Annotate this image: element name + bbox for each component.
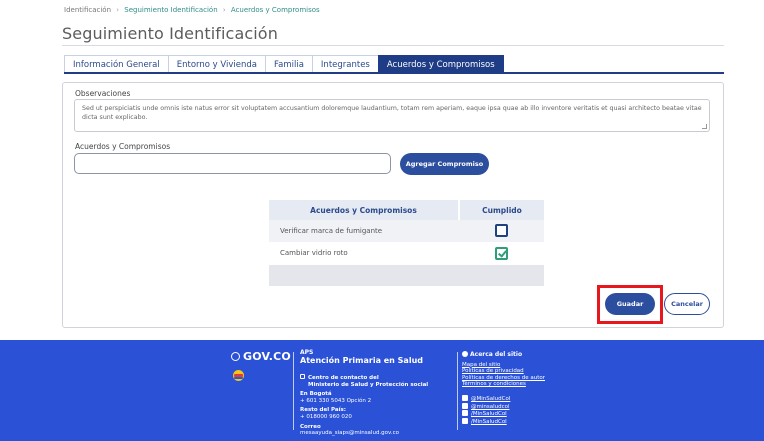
- cumplido-checkbox[interactable]: [495, 224, 508, 238]
- correo-label: Correo: [300, 423, 321, 430]
- column-header-cumplido: Cumplido: [459, 200, 544, 220]
- phone-icon: [300, 374, 305, 379]
- page-title: Seguimiento Identificación: [62, 24, 278, 43]
- tab-familia[interactable]: Familia: [265, 55, 312, 73]
- acuerdo-cell: Cambiar vidrio roto: [269, 242, 459, 265]
- info-icon: [462, 351, 468, 357]
- about-site: Acerca del sitio Mapa del sitio Política…: [462, 351, 545, 425]
- social-twitter[interactable]: @MinSaludCol: [471, 396, 510, 402]
- cumplido-cell: [459, 242, 544, 265]
- tab-underline: [64, 72, 724, 74]
- table-header-row: Acuerdos y Compromisos Cumplido: [269, 200, 544, 220]
- agregar-compromiso-button[interactable]: Agregar Compromiso: [400, 153, 489, 175]
- colombia-logo-icon: [233, 370, 244, 381]
- acuerdos-input[interactable]: [74, 153, 391, 174]
- footer-divider: [457, 352, 458, 430]
- tab-entorno-vivienda[interactable]: Entorno y Vivienda: [167, 55, 266, 73]
- cancel-button[interactable]: Cancelar: [664, 293, 710, 315]
- tab-bar: Información General Entorno y Vivienda F…: [64, 55, 504, 73]
- acuerdos-label: Acuerdos y Compromisos: [75, 142, 171, 151]
- breadcrumb: Identificación › Seguimiento Identificac…: [64, 6, 320, 14]
- instagram-icon: [462, 402, 468, 409]
- observaciones-text: Sed ut perspiciatis unde omnis iste natu…: [82, 105, 702, 121]
- footer-divider: [293, 352, 294, 430]
- facebook-icon: [462, 410, 468, 417]
- bogota-label: En Bogotá: [300, 391, 332, 398]
- resto-label: Resto del País:: [300, 407, 346, 414]
- youtube-icon: [462, 417, 468, 424]
- table-row: Cambiar vidrio roto: [269, 242, 544, 265]
- title-divider: [62, 45, 724, 46]
- correo-value[interactable]: mesaayuda_siaps@minsalud.gov.co: [300, 430, 428, 437]
- aps-acronym: APS: [300, 349, 314, 356]
- social-youtube[interactable]: /MinSaludCol: [471, 419, 507, 425]
- link-privacidad[interactable]: Políticas de privacidad: [462, 368, 545, 375]
- bogota-phone: + 601 330 5043 Opción 2: [300, 397, 372, 404]
- tab-integrantes[interactable]: Integrantes: [311, 55, 378, 73]
- resize-handle-icon[interactable]: [702, 124, 707, 129]
- twitter-icon: [462, 394, 468, 401]
- breadcrumb-item-identificacion[interactable]: Identificación: [64, 6, 111, 14]
- tab-informacion-general[interactable]: Información General: [64, 55, 168, 73]
- govco-text: GOV.CO: [243, 350, 291, 363]
- aps-heading: APS Atención Primaria en Salud: [300, 349, 423, 366]
- social-links: @MinSaludCol @minsaludcol /MinSaludCol /…: [462, 394, 545, 425]
- social-instagram[interactable]: @minsaludcol: [471, 404, 510, 410]
- govco-icon: [231, 352, 240, 361]
- contact-info: Centro de contacto del Ministerio de Sal…: [300, 374, 428, 437]
- column-header-acuerdos: Acuerdos y Compromisos: [269, 200, 460, 220]
- contact-title-2: Ministerio de Salud y Protección social: [308, 381, 429, 388]
- breadcrumb-separator: ›: [222, 6, 226, 14]
- breadcrumb-item-acuerdos: Acuerdos y Compromisos: [230, 6, 320, 14]
- resto-phone: + 018000 960 020: [300, 413, 352, 420]
- observaciones-label: Observaciones: [75, 89, 131, 98]
- contact-title-1: Centro de contacto del: [308, 375, 379, 381]
- link-terminos[interactable]: Términos y condiciones: [462, 381, 545, 388]
- empty-cell: [459, 264, 544, 287]
- site-footer: GOV.CO APS Atención Primaria en Salud Ce…: [0, 340, 764, 441]
- breadcrumb-separator: ›: [116, 6, 120, 14]
- about-title: Acerca del sitio: [470, 351, 523, 358]
- breadcrumb-item-seguimiento[interactable]: Seguimiento Identificación: [124, 6, 217, 14]
- table-row-empty: [269, 264, 544, 287]
- aps-title: Atención Primaria en Salud: [300, 356, 423, 365]
- tab-acuerdos-compromisos[interactable]: Acuerdos y Compromisos: [377, 55, 504, 73]
- govco-logo[interactable]: GOV.CO: [231, 350, 291, 363]
- observaciones-textarea[interactable]: Sed ut perspiciatis unde omnis iste natu…: [74, 99, 710, 132]
- acuerdo-cell: Verificar marca de fumigante: [269, 220, 459, 243]
- empty-cell: [269, 264, 459, 287]
- social-facebook[interactable]: /MinSaludCol: [471, 411, 507, 417]
- cumplido-cell: [459, 220, 544, 243]
- save-button[interactable]: Guadar: [605, 293, 655, 315]
- cumplido-checkbox-checked[interactable]: [495, 246, 508, 260]
- table-row: Verificar marca de fumigante: [269, 220, 544, 243]
- acuerdos-table: Acuerdos y Compromisos Cumplido Verifica…: [269, 200, 544, 287]
